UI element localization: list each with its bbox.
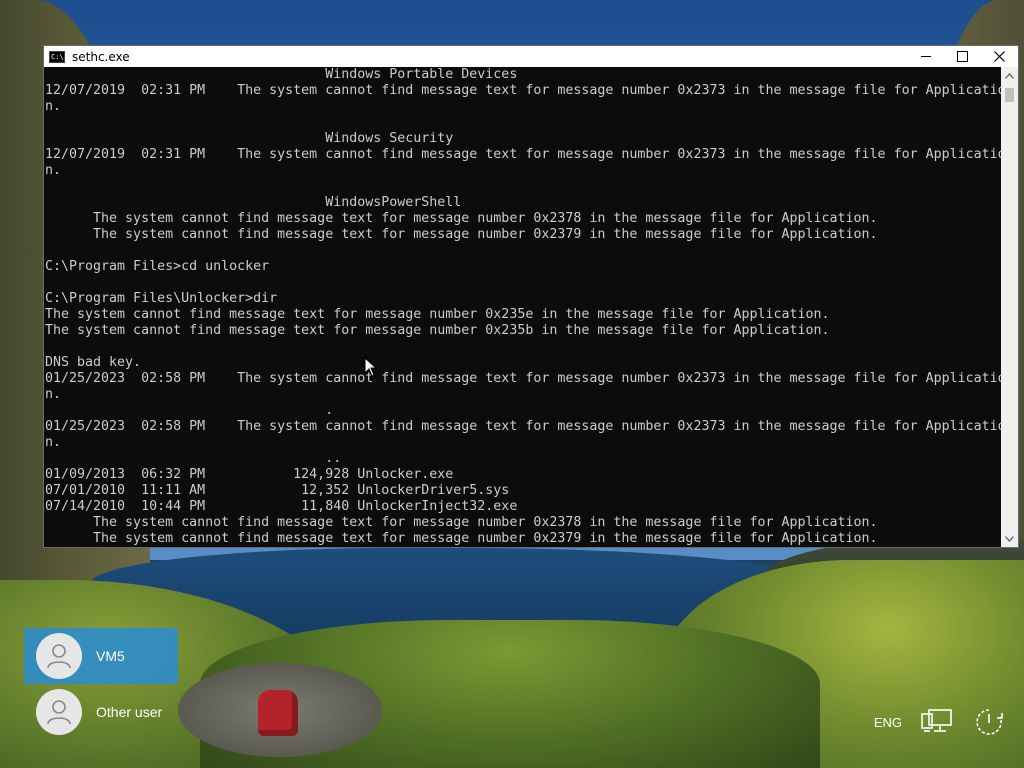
close-button[interactable] xyxy=(981,46,1018,67)
console-output[interactable]: Windows Portable Devices 12/07/2019 02:31… xyxy=(44,67,1001,547)
close-icon xyxy=(994,51,1005,62)
avatar xyxy=(36,633,82,679)
avatar xyxy=(36,689,82,735)
window-title: sethc.exe xyxy=(72,49,130,64)
console-line: 12/07/2019 02:31 PM The system cannot fi… xyxy=(45,83,1001,98)
user-name: VM5 xyxy=(96,648,125,664)
cmd-icon: C:\ xyxy=(49,50,65,63)
scroll-up-button[interactable] xyxy=(1001,67,1018,84)
console-line: The system cannot find message text for … xyxy=(45,531,878,546)
console-line: C:\Program Files>cd unlocker xyxy=(45,259,270,274)
console-line: The system cannot find message text for … xyxy=(45,211,878,226)
user-icon xyxy=(47,700,71,725)
chevron-down-icon xyxy=(1005,535,1014,542)
console-line: 07/14/2010 10:44 PM 11,840 UnlockerInjec… xyxy=(45,499,518,514)
console-line: The system cannot find message text for … xyxy=(45,323,830,338)
network-button[interactable] xyxy=(920,705,954,739)
power-icon xyxy=(976,709,1003,735)
console-line: 07/01/2010 11:11 AM 12,352 UnlockerDrive… xyxy=(45,483,510,498)
language-indicator[interactable]: ENG xyxy=(874,715,902,730)
power-button[interactable] xyxy=(972,705,1006,739)
console-line: DNS bad key. xyxy=(45,355,142,370)
console-line: n. xyxy=(45,163,62,178)
scroll-down-button[interactable] xyxy=(1001,530,1018,547)
user-tile-vm5[interactable]: VM5 xyxy=(24,628,178,684)
minimize-button[interactable] xyxy=(907,46,944,67)
user-icon xyxy=(47,644,71,669)
mouse-pointer-icon xyxy=(364,357,378,377)
console-line: The system cannot find message text for … xyxy=(45,227,878,242)
maximize-button[interactable] xyxy=(944,46,981,67)
console-line: n. xyxy=(45,99,62,114)
chevron-up-icon xyxy=(1005,72,1014,79)
console-line: The system cannot find message text for … xyxy=(45,515,878,530)
title-bar[interactable]: C:\ sethc.exe xyxy=(44,46,1018,67)
network-icon xyxy=(921,709,952,732)
console-line: C:\Program Files\Unlocker>dir xyxy=(45,291,278,306)
console-line: .. xyxy=(45,451,342,466)
maximize-icon xyxy=(957,51,968,62)
console-line: n. xyxy=(45,435,62,450)
console-line: . xyxy=(45,403,334,418)
vertical-scrollbar[interactable] xyxy=(1001,67,1018,547)
system-tray: ENG xyxy=(874,700,1024,744)
console-line: 12/07/2019 02:31 PM The system cannot fi… xyxy=(45,147,1001,162)
console-line: Windows Security xyxy=(45,131,454,146)
console-line: Windows Portable Devices xyxy=(45,67,518,82)
window-controls xyxy=(907,46,1018,67)
user-tile-other-user[interactable]: Other user xyxy=(24,684,178,740)
console-line: The system cannot find message text for … xyxy=(45,307,830,322)
minimize-icon xyxy=(920,56,931,57)
console-line: WindowsPowerShell xyxy=(45,195,462,210)
scroll-thumb[interactable] xyxy=(1005,88,1014,102)
console-line: 01/09/2013 06:32 PM 124,928 Unlocker.exe xyxy=(45,467,454,482)
backpack xyxy=(258,690,298,736)
console-window[interactable]: C:\ sethc.exe Windows Portable Devices 12… xyxy=(43,45,1019,548)
console-line: 01/25/2023 02:58 PM The system cannot fi… xyxy=(45,371,1001,386)
console-line: 01/25/2023 02:58 PM The system cannot fi… xyxy=(45,419,1001,434)
console-line: n. xyxy=(45,387,62,402)
user-name: Other user xyxy=(96,704,163,720)
